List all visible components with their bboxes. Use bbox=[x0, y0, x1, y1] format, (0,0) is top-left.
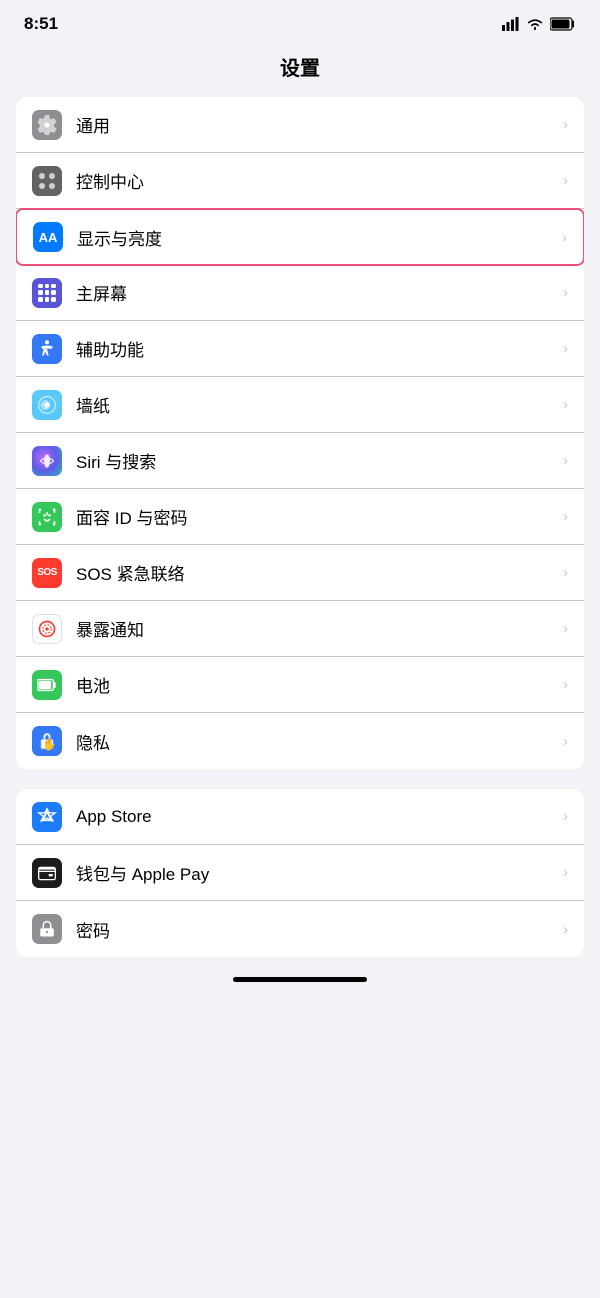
battery-label: 电池 bbox=[76, 672, 555, 697]
wallet-chevron: › bbox=[563, 864, 568, 881]
wallpaper-icon bbox=[32, 390, 62, 420]
wallpaper-chevron: › bbox=[563, 396, 568, 413]
password-icon bbox=[32, 914, 62, 944]
display-icon: AA bbox=[33, 222, 63, 252]
settings-item-faceid[interactable]: 面容 ID 与密码 › bbox=[16, 489, 584, 545]
accessibility-chevron: › bbox=[563, 340, 568, 357]
siri-icon bbox=[32, 446, 62, 476]
appstore-icon bbox=[32, 802, 62, 832]
settings-item-appstore[interactable]: App Store › bbox=[16, 789, 584, 845]
settings-item-privacy[interactable]: ✋ 隐私 › bbox=[16, 713, 584, 769]
siri-label: Siri 与搜索 bbox=[76, 448, 555, 473]
homescreen-icon bbox=[32, 278, 62, 308]
tongyong-chevron: › bbox=[563, 116, 568, 133]
status-time: 8:51 bbox=[24, 14, 58, 34]
appstore-chevron: › bbox=[563, 808, 568, 825]
display-label: 显示与亮度 bbox=[77, 225, 554, 250]
wallpaper-label: 墙纸 bbox=[76, 392, 555, 417]
settings-item-password[interactable]: 密码 › bbox=[16, 901, 584, 957]
privacy-chevron: › bbox=[563, 733, 568, 750]
privacy-label: 隐私 bbox=[76, 729, 555, 754]
settings-item-battery[interactable]: 电池 › bbox=[16, 657, 584, 713]
accessibility-icon bbox=[32, 334, 62, 364]
accessibility-label: 辅助功能 bbox=[76, 336, 555, 361]
status-bar: 8:51 bbox=[0, 0, 600, 42]
settings-group-apps: App Store › 钱包与 Apple Pay › 密码 › bbox=[16, 789, 584, 957]
sos-icon: SOS bbox=[32, 558, 62, 588]
appstore-label: App Store bbox=[76, 807, 555, 827]
faceid-icon bbox=[32, 502, 62, 532]
wallet-icon bbox=[32, 858, 62, 888]
status-icons bbox=[502, 17, 576, 31]
settings-item-wallet[interactable]: 钱包与 Apple Pay › bbox=[16, 845, 584, 901]
control-label: 控制中心 bbox=[76, 168, 555, 193]
password-chevron: › bbox=[563, 921, 568, 938]
tongyong-icon bbox=[32, 110, 62, 140]
battery-icon bbox=[550, 17, 576, 31]
page-header: 设置 bbox=[0, 42, 600, 97]
privacy-icon: ✋ bbox=[32, 726, 62, 756]
exposure-label: 暴露通知 bbox=[76, 616, 555, 641]
exposure-icon bbox=[32, 614, 62, 644]
signal-icon bbox=[502, 17, 520, 31]
sos-chevron: › bbox=[563, 564, 568, 581]
faceid-chevron: › bbox=[563, 508, 568, 525]
password-label: 密码 bbox=[76, 917, 555, 942]
wallet-label: 钱包与 Apple Pay bbox=[76, 860, 555, 885]
settings-item-accessibility[interactable]: 辅助功能 › bbox=[16, 321, 584, 377]
settings-item-control[interactable]: 控制中心 › bbox=[16, 153, 584, 209]
control-icon bbox=[32, 166, 62, 196]
settings-item-tongyong[interactable]: 通用 › bbox=[16, 97, 584, 153]
svg-text:✋: ✋ bbox=[42, 738, 57, 752]
settings-item-homescreen[interactable]: 主屏幕 › bbox=[16, 265, 584, 321]
battery-settings-icon bbox=[32, 670, 62, 700]
home-indicator bbox=[233, 977, 367, 982]
homescreen-label: 主屏幕 bbox=[76, 280, 555, 305]
faceid-label: 面容 ID 与密码 bbox=[76, 504, 555, 529]
sos-label: SOS 紧急联络 bbox=[76, 560, 555, 585]
settings-item-display[interactable]: AA 显示与亮度 › bbox=[16, 208, 584, 266]
battery-chevron: › bbox=[563, 676, 568, 693]
settings-item-sos[interactable]: SOS SOS 紧急联络 › bbox=[16, 545, 584, 601]
exposure-chevron: › bbox=[563, 620, 568, 637]
wifi-icon bbox=[526, 17, 544, 31]
siri-chevron: › bbox=[563, 452, 568, 469]
settings-item-wallpaper[interactable]: 墙纸 › bbox=[16, 377, 584, 433]
settings-group-general: 通用 › 控制中心 › AA 显示与亮度 › bbox=[16, 97, 584, 769]
control-chevron: › bbox=[563, 172, 568, 189]
homescreen-chevron: › bbox=[563, 284, 568, 301]
page-title: 设置 bbox=[280, 58, 320, 80]
settings-item-siri[interactable]: Siri 与搜索 › bbox=[16, 433, 584, 489]
display-chevron: › bbox=[562, 229, 567, 246]
settings-item-exposure[interactable]: 暴露通知 › bbox=[16, 601, 584, 657]
tongyong-label: 通用 bbox=[76, 112, 555, 137]
